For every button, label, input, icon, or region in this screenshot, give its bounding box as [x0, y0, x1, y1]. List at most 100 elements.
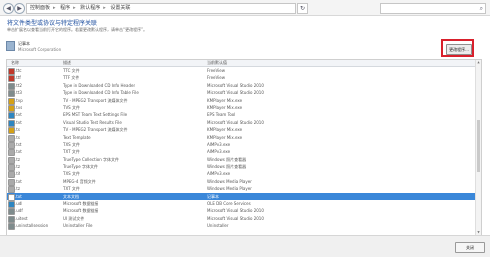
cell-extension: .tvt: [15, 112, 22, 118]
column-header-description[interactable]: 描述: [63, 60, 71, 66]
cell-extension: .tif: [15, 171, 21, 177]
table-row[interactable]: .tz TrueType Collection 字体文件 Windows 照片查看器: [7, 156, 475, 164]
table-header: 名称 描述 当前默认值: [7, 60, 475, 67]
column-header-name[interactable]: 名称: [11, 60, 19, 66]
table-row[interactable]: .tvt Visual Studio Test Results File Micro…: [7, 119, 475, 127]
breadcrumb-set-associations[interactable]: 设置关联: [110, 5, 130, 11]
cell-current-default: KMPlayer Mix.exe: [207, 134, 243, 140]
cell-description: Visual Studio Test Results File: [63, 119, 122, 125]
cell-description: Type in Downloaded CD Info Table File: [63, 90, 139, 96]
cell-current-default: KMPlayer Mix.exe: [207, 104, 243, 110]
table-row[interactable]: .tvt EPS MST Team Text Settings File EPS T…: [7, 111, 475, 120]
cell-current-default: Windows 照片查看器: [207, 156, 247, 162]
cell-description: Microsoft 数据链接: [63, 201, 99, 207]
table-row[interactable]: .tt3 Type in Downloaded CD Info Table Fil…: [7, 89, 475, 98]
cell-description: Uninstaller File: [63, 223, 93, 229]
file-association-table: 名称 描述 当前默认值 .ttc TTC 文件 FreeView .ttf TTF 文件…: [6, 59, 482, 236]
cell-extension: .ts: [15, 127, 20, 133]
cell-extension: .tst: [15, 141, 22, 147]
cell-extension: .tvs: [15, 104, 23, 110]
cell-description: 文本文档: [63, 193, 79, 199]
cell-current-default: Microsoft Visual Studio 2010: [207, 90, 264, 96]
table-row[interactable]: .ttf TTF 文件 FreeView: [7, 74, 475, 83]
page-description: 单击扩展名以查看当前打开它的程序。若要更改默认程序，请单击“更改程序”。: [7, 27, 148, 32]
table-row[interactable]: .txt TXT 文件 AIMPv3.exe: [7, 148, 475, 157]
close-button[interactable]: 关闭: [455, 242, 485, 253]
refresh-icon[interactable]: ↻: [297, 3, 308, 14]
cell-extension: .txt: [15, 149, 22, 155]
column-header-current-default[interactable]: 当前默认值: [207, 60, 227, 66]
table-row[interactable]: .txt MPEG-4 音频文件 Windows Media Player: [7, 178, 475, 186]
table-row[interactable]: .uitest UI 测试文件 Microsoft Visual Studio 20…: [7, 215, 475, 223]
notepad-icon: [6, 41, 15, 51]
cell-extension: .tvp: [15, 97, 23, 103]
cell-extension: .ttc: [15, 68, 22, 73]
cell-extension: .uitest: [15, 215, 28, 221]
cell-current-default: AIMPv3.exe: [207, 171, 231, 177]
cell-description: TVS 文件: [63, 104, 80, 110]
cell-description: TTC 文件: [63, 68, 80, 73]
cell-current-default: FreeView: [207, 75, 225, 81]
cell-extension: .tz: [15, 164, 20, 170]
table-row[interactable]: .tvp TV - MPEG2 Transport 流媒体文件 KMPlayer M…: [7, 97, 475, 105]
table-row[interactable]: .tst TXS 文件 AIMPv3.exe: [7, 141, 475, 149]
cell-current-default: Windows 照片查看器: [207, 164, 247, 170]
cell-description: Text Template: [63, 134, 91, 140]
breadcrumb[interactable]: 控制面板 ▸ 程序 ▸ 默认程序 ▸ 设置关联: [26, 3, 296, 14]
cell-current-default: Microsoft Visual Studio 2010: [207, 215, 264, 221]
cell-description: MPEG-4 音频文件: [63, 178, 96, 184]
program-vendor: Microsoft Corporation: [18, 47, 62, 52]
cell-extension: .tt3: [15, 90, 22, 96]
cell-extension: .udl: [15, 201, 23, 207]
scroll-up-icon[interactable]: ▲: [476, 60, 481, 65]
cell-description: TrueType 字体文件: [63, 164, 98, 170]
table-row[interactable]: .uninstallsession Uninstaller File Uninsta…: [7, 222, 475, 231]
table-row[interactable]: .tz TXT 文件 Windows Media Player: [7, 185, 475, 194]
scrollbar-thumb[interactable]: [477, 120, 480, 172]
cell-description: EPS MST Team Text Settings File: [63, 112, 128, 118]
table-row[interactable]: .tvs TVS 文件 KMPlayer Mix.exe: [7, 104, 475, 112]
cell-description: TrueType Collection 字体文件: [63, 156, 120, 162]
table-row[interactable]: .tif TXS 文件 AIMPv3.exe: [7, 170, 475, 179]
cell-current-default: Microsoft Visual Studio 2010: [207, 208, 264, 214]
cell-description: UI 测试文件: [63, 215, 85, 221]
table-row[interactable]: .txt 文本文档 记事本: [7, 192, 475, 201]
table-body: .ttc TTC 文件 FreeView .ttf TTF 文件 FreeView .tt2…: [7, 67, 475, 231]
cell-extension: .ts: [15, 134, 20, 140]
highlight-box: [441, 39, 474, 57]
cell-description: TV - MPEG2 Transport 流媒体文件: [63, 127, 128, 133]
table-row[interactable]: .ttc TTC 文件 FreeView: [7, 67, 475, 75]
table-row[interactable]: .tt2 Type in Downloaded CD Info Header Mic…: [7, 82, 475, 90]
cell-current-default: 记事本: [207, 193, 219, 199]
address-bar: ◀ ▶ 控制面板 ▸ 程序 ▸ 默认程序 ▸ 设置关联 ↻ ⌕: [0, 0, 490, 16]
table-row[interactable]: .tz TrueType 字体文件 Windows 照片查看器: [7, 163, 475, 172]
breadcrumb-default-programs[interactable]: 默认程序: [80, 5, 100, 11]
cell-current-default: Windows Media Player: [207, 178, 252, 184]
breadcrumb-programs[interactable]: 程序: [60, 5, 70, 11]
breadcrumb-control-panel[interactable]: 控制面板: [30, 5, 50, 11]
bottom-bar: 关闭: [0, 235, 490, 257]
cell-extension: .tt2: [15, 82, 22, 88]
breadcrumb-separator-icon: ▸: [73, 5, 76, 11]
cell-current-default: EPS Team Tool: [207, 112, 236, 118]
cell-description: TXS 文件: [63, 171, 80, 177]
cell-extension: .ttf: [15, 75, 21, 81]
page-title: 将文件类型或协议与特定程序关联: [7, 20, 98, 27]
cell-description: TXS 文件: [63, 141, 80, 147]
cell-description: TXT 文件: [63, 149, 80, 155]
table-row[interactable]: .udl Microsoft 数据链接 OLE DB Core Services: [7, 200, 475, 209]
cell-extension: .udf: [15, 208, 23, 214]
table-row[interactable]: .ts TV - MPEG2 Transport 流媒体文件 KMPlayer Mi…: [7, 126, 475, 135]
search-input[interactable]: ⌕: [380, 3, 486, 14]
cell-extension: .txt: [15, 178, 22, 184]
scrollbar[interactable]: ▲ ▼: [475, 60, 481, 235]
forward-icon[interactable]: ▶: [14, 3, 25, 14]
cell-description: Microsoft 数据链接: [63, 208, 99, 214]
cell-current-default: Uninstaller: [207, 223, 229, 229]
cell-extension: .tz: [15, 186, 20, 192]
table-row[interactable]: .udf Microsoft 数据链接 Microsoft Visual Studi…: [7, 207, 475, 216]
cell-description: TXT 文件: [63, 186, 80, 192]
cell-extension: .tvt: [15, 119, 22, 125]
table-row[interactable]: .ts Text Template KMPlayer Mix.exe: [7, 134, 475, 142]
back-icon[interactable]: ◀: [3, 3, 14, 14]
